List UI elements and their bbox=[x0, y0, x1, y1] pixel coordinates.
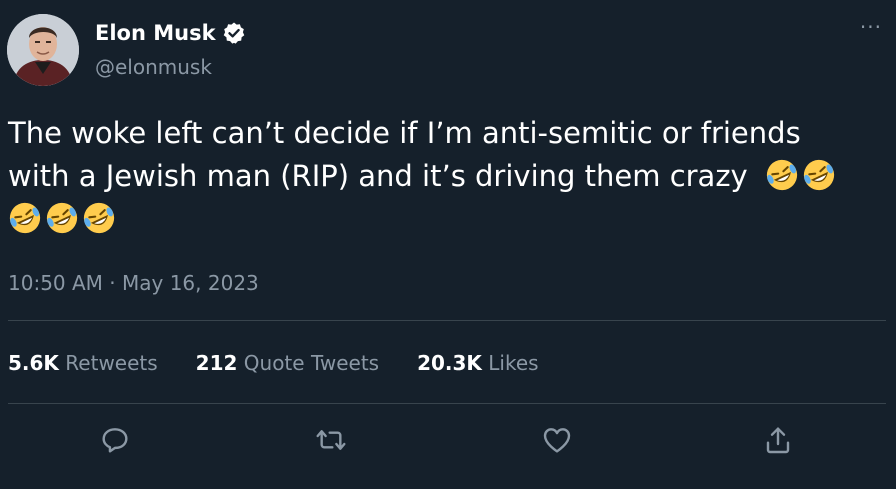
tweet-timestamp[interactable]: 10:50 AM · May 16, 2023 bbox=[8, 271, 259, 295]
retweets-count: 5.6K bbox=[8, 351, 59, 375]
like-icon[interactable] bbox=[541, 424, 573, 456]
likes-count: 20.3K bbox=[417, 351, 482, 375]
tweet-text: The woke left can’t decide if I’m anti-s… bbox=[8, 112, 888, 241]
tweet-text-line-1: The woke left can’t decide if I’m anti-s… bbox=[8, 116, 801, 150]
more-options-icon[interactable]: ··· bbox=[860, 17, 882, 37]
likes-stat[interactable]: 20.3K Likes bbox=[417, 351, 539, 375]
tweet-card: Elon Musk @elonmusk ··· The woke left ca… bbox=[0, 0, 896, 489]
tweet-text-line-3 bbox=[8, 198, 888, 241]
rolling-on-floor-laughing-emoji bbox=[803, 159, 835, 191]
share-icon[interactable] bbox=[762, 424, 794, 456]
rolling-on-floor-laughing-emoji bbox=[766, 159, 798, 191]
rolling-on-floor-laughing-emoji bbox=[83, 202, 115, 234]
quote-tweets-stat[interactable]: 212 Quote Tweets bbox=[196, 351, 379, 375]
reply-icon[interactable] bbox=[99, 424, 131, 456]
rolling-on-floor-laughing-emoji bbox=[9, 202, 41, 234]
engagement-stats: 5.6K Retweets 212 Quote Tweets 20.3K Lik… bbox=[8, 351, 577, 375]
divider bbox=[8, 320, 886, 321]
avatar-icon bbox=[7, 14, 79, 86]
quote-tweets-count: 212 bbox=[195, 351, 238, 375]
retweets-stat[interactable]: 5.6K Retweets bbox=[8, 351, 158, 375]
divider bbox=[8, 403, 886, 404]
quote-tweets-label: Quote Tweets bbox=[243, 351, 380, 375]
tweet-text-line-2-text: with a Jewish man (RIP) and it’s driving… bbox=[8, 159, 748, 193]
verified-badge-icon bbox=[223, 22, 244, 44]
likes-label: Likes bbox=[488, 351, 539, 375]
tweet-text-line-2: with a Jewish man (RIP) and it’s driving… bbox=[8, 155, 888, 198]
retweet-icon[interactable] bbox=[315, 424, 347, 456]
tweet-actions-bar bbox=[0, 424, 896, 456]
author-handle[interactable]: @elonmusk bbox=[95, 55, 212, 79]
author-name[interactable]: Elon Musk bbox=[95, 21, 216, 45]
avatar[interactable] bbox=[7, 14, 79, 86]
author-name-row[interactable]: Elon Musk bbox=[95, 21, 246, 45]
rolling-on-floor-laughing-emoji bbox=[46, 202, 78, 234]
retweets-label: Retweets bbox=[65, 351, 158, 375]
